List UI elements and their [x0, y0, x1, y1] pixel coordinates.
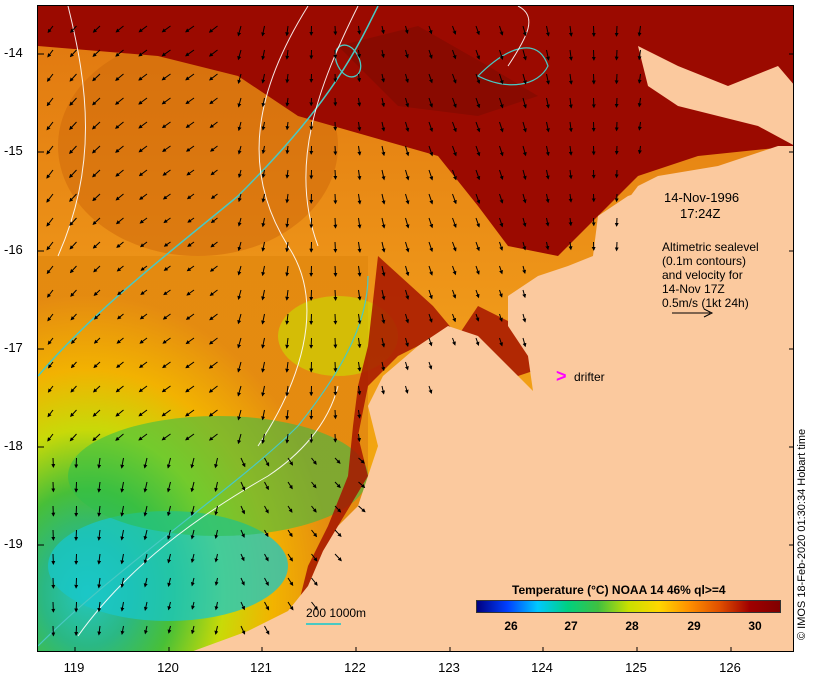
lon-label-125: 125: [625, 660, 647, 675]
lon-label-126: 126: [719, 660, 741, 675]
sst-map[interactable]: [37, 5, 794, 652]
velocity-arrow: [333, 313, 338, 325]
drifter-label: drifter: [574, 370, 605, 384]
velocity-arrow: [333, 385, 338, 396]
altimetry-line-3: and velocity for: [662, 268, 743, 282]
credit-line: © IMOS 18-Feb-2020 01:30:34 Hobart time: [796, 428, 808, 640]
colorbar-tick-27: 27: [564, 619, 578, 633]
colorbar-tick-29: 29: [687, 619, 701, 633]
velocity-scale-arrow: [672, 308, 714, 318]
velocity-arrow: [333, 289, 338, 301]
lat-label-18: -18: [4, 438, 23, 453]
colorbar-tick-26: 26: [504, 619, 518, 633]
velocity-arrow: [333, 193, 338, 205]
temperature-colorbar: [476, 600, 781, 613]
velocity-arrow: [614, 25, 619, 37]
depth-contour-swatch: [306, 623, 341, 625]
lon-label-123: 123: [438, 660, 460, 675]
altimetry-line-4: 14-Nov 17Z: [662, 282, 725, 296]
lat-label-17: -17: [4, 340, 23, 355]
colorbar-title: Temperature (°C) NOAA 14 46% ql>=4: [512, 583, 726, 597]
lon-label-121: 121: [250, 660, 272, 675]
lon-label-119: 119: [63, 660, 85, 675]
velocity-arrow: [333, 145, 338, 156]
lat-label-14: -14: [4, 45, 23, 60]
altimetry-line-1: Altimetric sealevel: [662, 240, 759, 254]
depth-contour-legend: 200 1000m: [306, 606, 367, 620]
velocity-arrow: [333, 25, 338, 36]
lat-label-16: -16: [4, 242, 23, 257]
velocity-arrow: [333, 241, 338, 253]
lon-label-120: 120: [157, 660, 179, 675]
velocity-arrow: [333, 169, 338, 180]
velocity-arrow: [333, 409, 338, 420]
lon-label-122: 122: [344, 660, 366, 675]
velocity-arrow: [333, 337, 338, 349]
lon-label-124: 124: [531, 660, 553, 675]
velocity-arrow: [614, 49, 619, 61]
colorbar-tick-30: 30: [748, 619, 762, 633]
colorbar-tick-28: 28: [625, 619, 639, 633]
lat-label-15: -15: [4, 143, 23, 158]
altimetry-line-2: (0.1m contours): [662, 254, 747, 268]
image-time: 17:24Z: [680, 206, 721, 221]
lat-label-19: -19: [4, 536, 23, 551]
velocity-arrow: [74, 529, 79, 541]
velocity-arrow: [333, 217, 338, 229]
velocity-arrow: [614, 73, 619, 85]
velocity-arrow: [333, 361, 338, 373]
velocity-arrow: [614, 97, 619, 108]
velocity-arrow: [333, 265, 338, 277]
image-date: 14-Nov-1996: [664, 190, 740, 205]
drifter-icon: >: [556, 366, 567, 386]
green-water-band: [68, 416, 368, 536]
sst-map-canvas: [38, 6, 793, 651]
